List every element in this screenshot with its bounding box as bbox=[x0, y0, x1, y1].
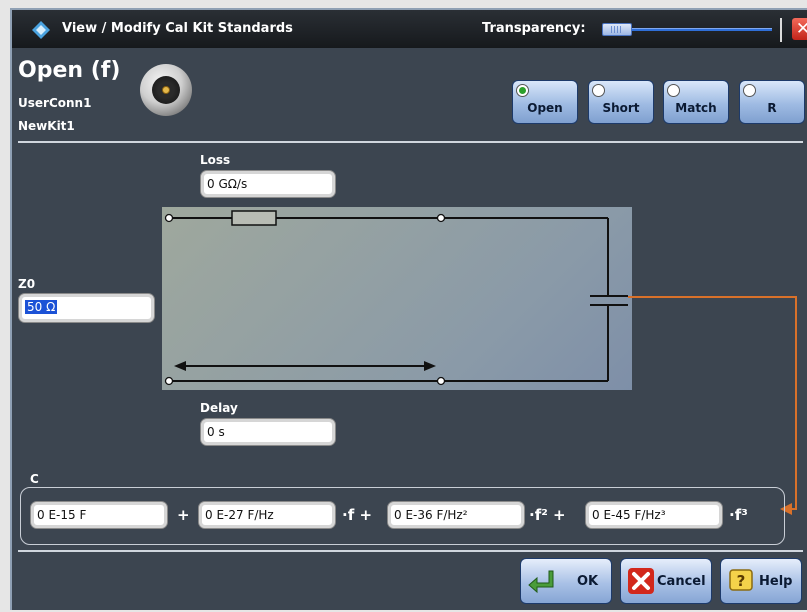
ok-label: OK bbox=[577, 574, 599, 589]
delay-label: Delay bbox=[200, 401, 238, 415]
c-label: C bbox=[30, 472, 39, 486]
help-question-icon: ? bbox=[729, 569, 753, 591]
c3-value: 0 E-45 F/Hz³ bbox=[592, 508, 666, 522]
help-label: Help bbox=[759, 574, 793, 589]
c-op-plus-1: + bbox=[177, 506, 190, 524]
c1-field[interactable]: 0 E-27 F/Hz bbox=[198, 501, 336, 529]
help-button[interactable]: ? Help bbox=[720, 558, 802, 604]
c-op-f3: ·f³ bbox=[729, 506, 748, 524]
ok-button[interactable]: OK bbox=[520, 558, 612, 604]
delay-value: 0 s bbox=[207, 425, 225, 439]
footer-divider bbox=[18, 550, 803, 552]
c1-value: 0 E-27 F/Hz bbox=[205, 508, 274, 522]
ok-arrow-icon bbox=[528, 570, 554, 594]
cancel-x-icon bbox=[628, 568, 654, 594]
c-op-f-plus: ·f + bbox=[342, 506, 373, 524]
c-op-f2-plus: ·f² + bbox=[529, 506, 566, 524]
cancel-button[interactable]: Cancel bbox=[620, 558, 712, 604]
svg-text:?: ? bbox=[737, 572, 746, 590]
c2-field[interactable]: 0 E-36 F/Hz² bbox=[387, 501, 525, 529]
c0-value: 0 E-15 F bbox=[37, 508, 87, 522]
cal-kit-dialog: View / Modify Cal Kit Standards Transpar… bbox=[10, 8, 807, 610]
z0-value: 50 Ω bbox=[25, 300, 58, 314]
z0-label: Z0 bbox=[18, 277, 36, 291]
c0-field[interactable]: 0 E-15 F bbox=[30, 501, 168, 529]
z0-field[interactable]: 50 Ω bbox=[18, 293, 155, 323]
c2-value: 0 E-36 F/Hz² bbox=[394, 508, 468, 522]
c3-field[interactable]: 0 E-45 F/Hz³ bbox=[585, 501, 723, 529]
cancel-label: Cancel bbox=[657, 574, 706, 589]
delay-field[interactable]: 0 s bbox=[200, 418, 336, 446]
resistor-symbol bbox=[231, 210, 277, 226]
